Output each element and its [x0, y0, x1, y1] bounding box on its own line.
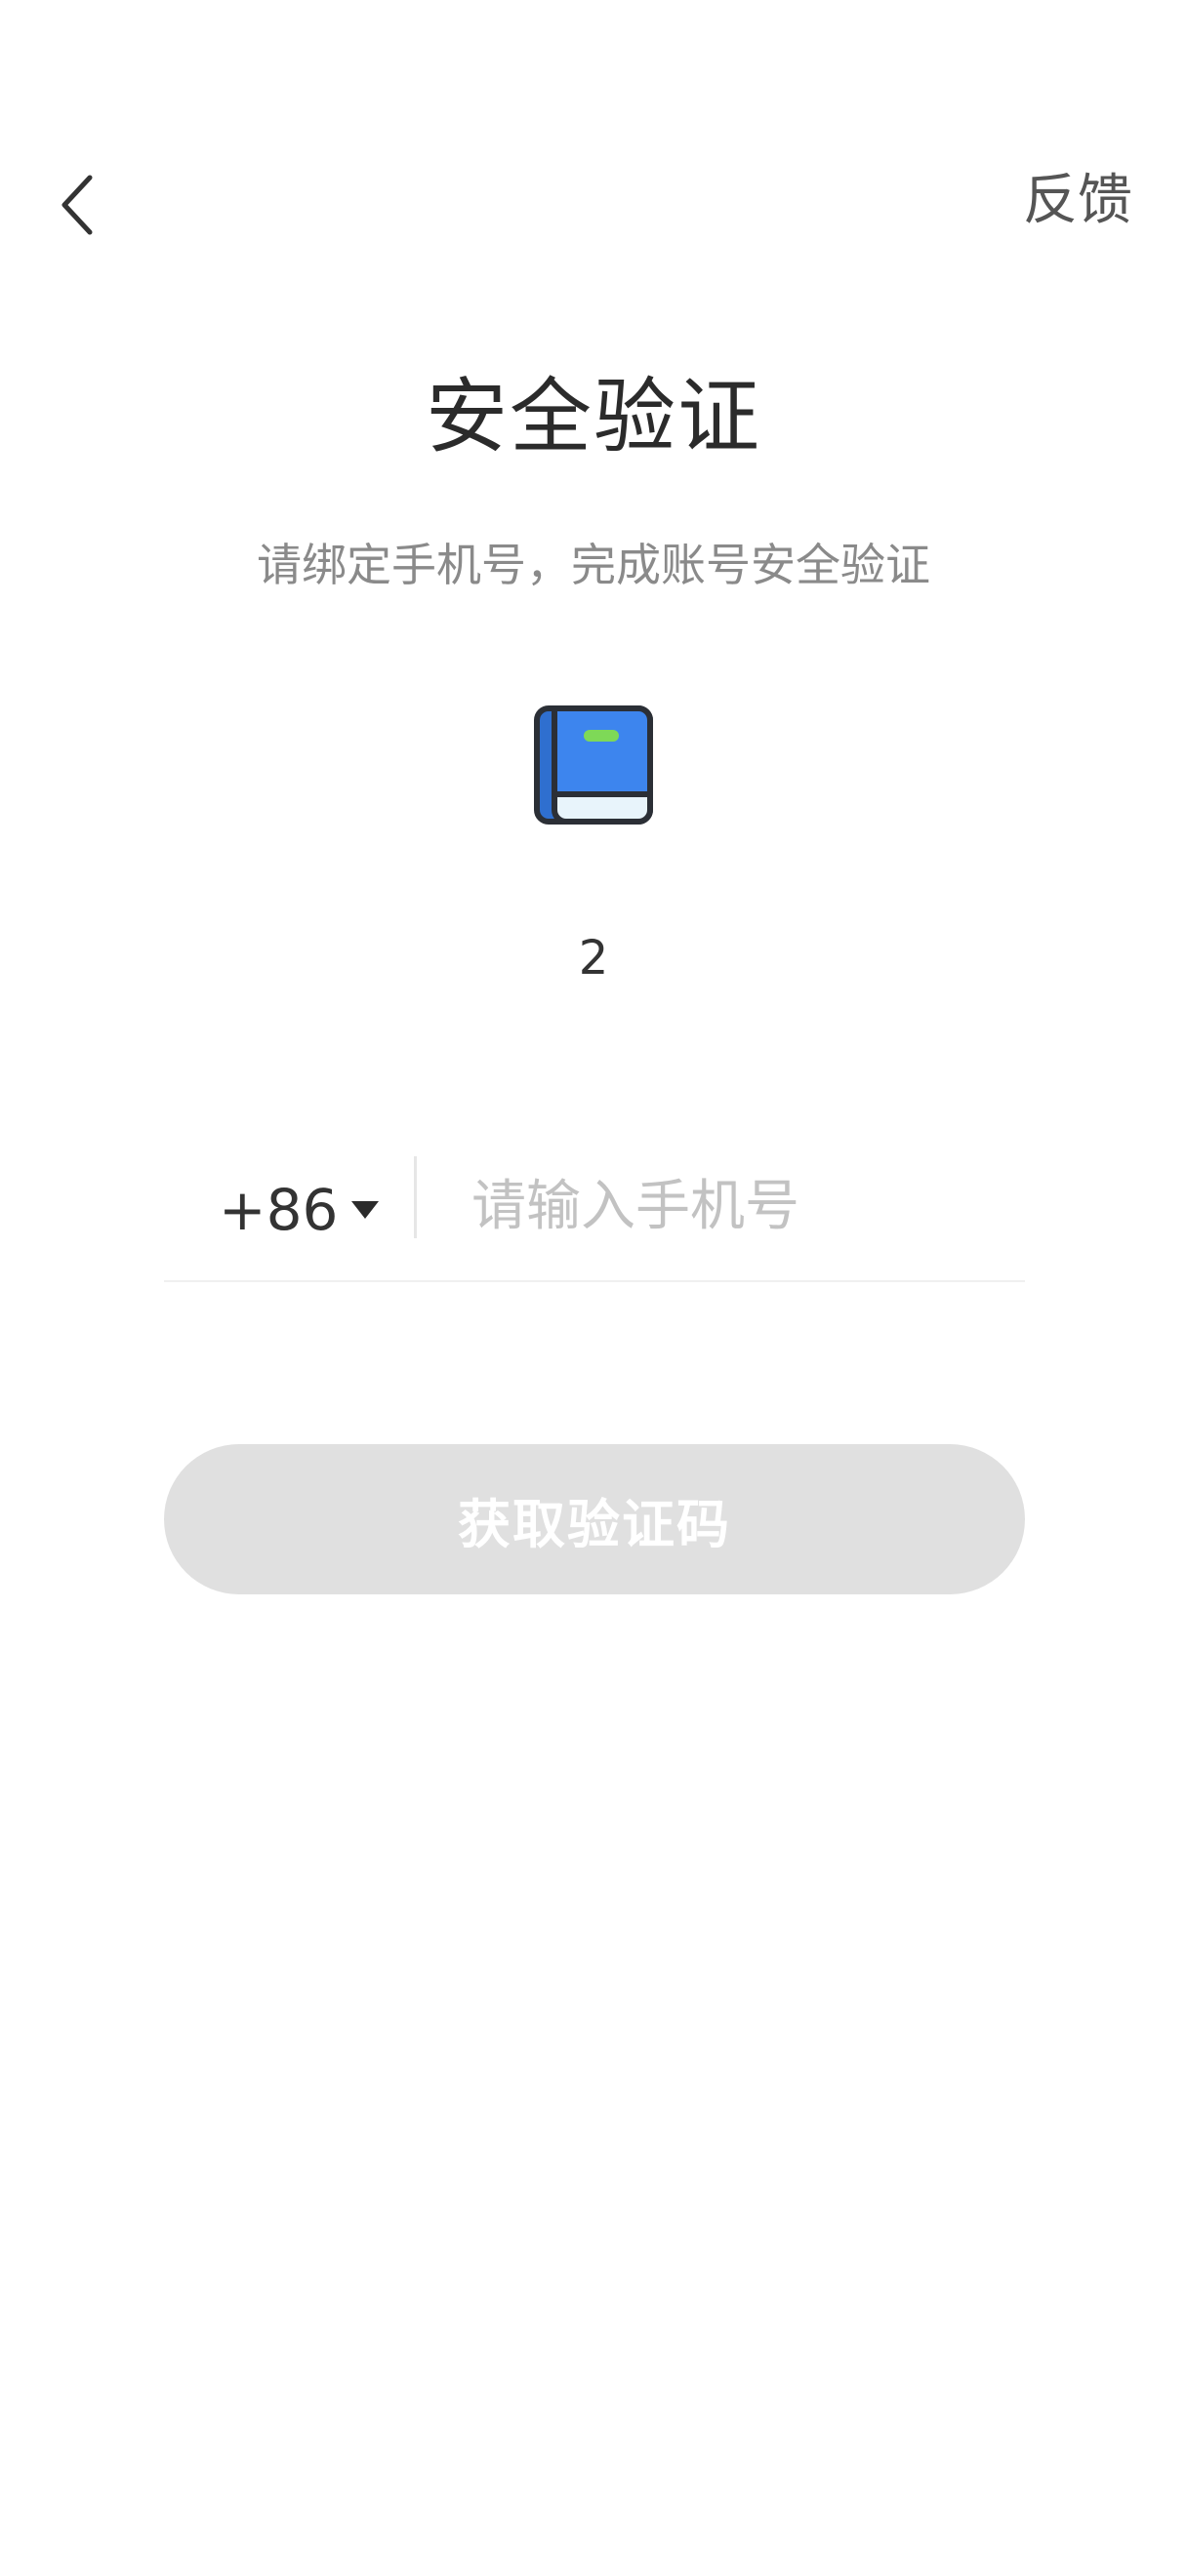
security-verification-screen: 反馈 安全验证 请绑定手机号，完成账号安全验证 2 +86 获取验证码 — [0, 0, 1187, 2576]
empty-area — [0, 1659, 1187, 2576]
divider — [414, 1156, 417, 1238]
get-verification-code-button[interactable]: 获取验证码 — [164, 1444, 1025, 1594]
caret-down-icon — [351, 1201, 380, 1219]
page-subtitle: 请绑定手机号，完成账号安全验证 — [257, 539, 930, 591]
phone-input-row: +86 — [164, 1151, 1025, 1282]
back-button[interactable] — [49, 166, 107, 244]
phone-number-input[interactable] — [471, 1165, 1018, 1247]
country-code-label: +86 — [219, 1177, 339, 1243]
book-icon — [533, 704, 654, 825]
feedback-link[interactable]: 反馈 — [1023, 174, 1132, 228]
chevron-left-icon — [61, 175, 93, 235]
account-name: 2 — [578, 931, 609, 986]
page-title: 安全验证 — [425, 369, 761, 464]
country-code-selector[interactable]: +86 — [219, 1171, 380, 1249]
